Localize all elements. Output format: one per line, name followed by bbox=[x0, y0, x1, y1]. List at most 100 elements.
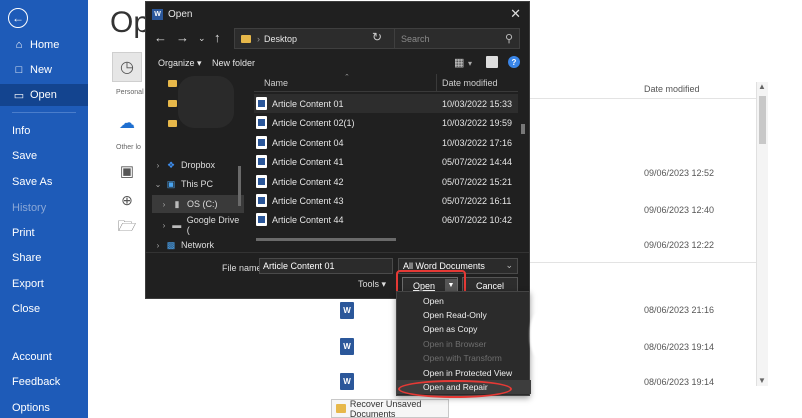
chevron-down-icon[interactable]: ⌄ bbox=[152, 180, 164, 189]
word-document-icon bbox=[256, 213, 267, 226]
nav-pane-scrollbar[interactable] bbox=[238, 166, 241, 206]
recent-locations-chevron-icon[interactable]: ⌄ bbox=[198, 33, 206, 44]
nav-pane-this-pc[interactable]: ⌄ ▣ This PC bbox=[152, 175, 244, 193]
folder-icon[interactable] bbox=[168, 120, 177, 127]
column-divider[interactable] bbox=[436, 74, 437, 92]
nav-save-label: Save bbox=[12, 150, 38, 162]
menu-item-open[interactable]: Open bbox=[397, 294, 531, 308]
scroll-up-icon[interactable]: ▲ bbox=[758, 82, 766, 91]
breadcrumb-separator-icon: › bbox=[257, 33, 260, 44]
this-pc-location[interactable]: ▣ bbox=[112, 156, 142, 186]
nav-open[interactable]: ▭ Open bbox=[0, 84, 88, 106]
new-folder-button[interactable]: New folder bbox=[212, 58, 255, 68]
scrollbar-thumb[interactable] bbox=[521, 124, 525, 134]
file-date: 05/07/2022 16:11 bbox=[442, 195, 512, 206]
nav-pane-dropbox[interactable]: › ❖ Dropbox bbox=[152, 156, 244, 174]
nav-share[interactable]: Share bbox=[0, 247, 88, 269]
file-row[interactable]: Article Content 44 06/07/2022 10:42 bbox=[254, 210, 518, 229]
browse-location[interactable]: 🗁 bbox=[112, 213, 142, 243]
up-icon[interactable]: ↑ bbox=[214, 30, 221, 45]
preview-pane-icon[interactable] bbox=[486, 56, 498, 68]
nav-pane-google-drive[interactable]: › ▬ Google Drive ( bbox=[152, 215, 244, 235]
nav-info[interactable]: Info bbox=[0, 120, 88, 142]
file-date: 06/07/2022 10:42 bbox=[442, 214, 513, 225]
column-name[interactable]: Name bbox=[264, 78, 288, 88]
menu-item-open-protected-view[interactable]: Open in Protected View bbox=[397, 366, 531, 380]
file-list-scrollbar[interactable] bbox=[520, 92, 526, 242]
scroll-down-icon[interactable]: ▼ bbox=[758, 376, 766, 385]
dialog-titlebar[interactable]: W Open bbox=[146, 2, 529, 26]
sort-ascending-icon: ⌃ bbox=[344, 74, 350, 81]
menu-item-open-as-copy[interactable]: Open as Copy bbox=[397, 322, 531, 336]
recover-unsaved-button[interactable]: Recover Unsaved Documents bbox=[331, 399, 449, 418]
help-icon[interactable]: ? bbox=[508, 56, 520, 68]
organize-button[interactable]: Organize ▾ bbox=[158, 58, 202, 69]
search-input[interactable]: Search ⚲ bbox=[394, 28, 520, 49]
menu-item-open-with-transform: Open with Transform bbox=[423, 353, 502, 363]
file-list-horizontal-scrollbar[interactable] bbox=[256, 238, 396, 241]
chevron-down-icon: ⌄ bbox=[505, 260, 513, 270]
nav-new-label: New bbox=[30, 64, 53, 76]
file-list: ⌃ Name Date modified Article Content 01 … bbox=[254, 74, 518, 246]
nav-export-label: Export bbox=[12, 278, 44, 290]
file-row[interactable]: Article Content 01 10/03/2022 15:33 bbox=[254, 94, 518, 113]
view-options-icon[interactable]: ▦ bbox=[454, 56, 466, 69]
nav-feedback[interactable]: Feedback bbox=[0, 371, 88, 393]
recent-date: 08/06/2023 21:16 bbox=[644, 305, 715, 315]
recent-date: 09/06/2023 12:22 bbox=[644, 240, 715, 250]
add-place-location[interactable]: ⊕ bbox=[112, 185, 142, 215]
nav-save-as[interactable]: Save As bbox=[0, 171, 88, 193]
globe-icon: ⊕ bbox=[121, 191, 133, 208]
nav-save-as-label: Save As bbox=[12, 176, 53, 188]
chevron-right-icon[interactable]: › bbox=[152, 241, 164, 250]
file-row[interactable]: Article Content 41 05/07/2022 14:44 bbox=[254, 152, 518, 171]
chevron-right-icon[interactable]: › bbox=[158, 221, 170, 230]
chevron-down-icon[interactable]: ▾ bbox=[468, 59, 480, 71]
nav-options[interactable]: Options bbox=[0, 397, 88, 418]
refresh-icon[interactable]: ↻ bbox=[372, 30, 382, 44]
cloud-icon: ☁ bbox=[119, 115, 135, 132]
nav-print-label: Print bbox=[12, 227, 35, 239]
nav-account[interactable]: Account bbox=[0, 346, 88, 368]
onedrive-location[interactable]: ☁ bbox=[112, 108, 142, 138]
chevron-right-icon[interactable]: › bbox=[158, 200, 170, 209]
computer-icon: ▣ bbox=[166, 178, 176, 189]
open-and-repair-highlight bbox=[398, 380, 512, 398]
nav-new[interactable]: □ New bbox=[0, 59, 88, 81]
column-date-modified[interactable]: Date modified bbox=[442, 78, 498, 88]
nav-home[interactable]: ⌂ Home bbox=[0, 34, 88, 56]
open-dialog: W Open ✕ ← → ⌄ ↑ › Desktop ⌄ ↻ Search ⚲ … bbox=[145, 1, 530, 299]
file-row[interactable]: Article Content 43 05/07/2022 16:11 bbox=[254, 191, 518, 210]
file-name-label: File name: bbox=[222, 263, 265, 273]
folder-icon[interactable] bbox=[168, 80, 177, 87]
file-row[interactable]: Article Content 04 10/03/2022 17:16 bbox=[254, 133, 518, 152]
nav-pane-this-pc-label: This PC bbox=[181, 179, 214, 189]
nav-options-label: Options bbox=[12, 402, 50, 414]
menu-item-open-read-only[interactable]: Open Read-Only bbox=[397, 308, 531, 322]
tools-button[interactable]: Tools ▾ bbox=[358, 279, 386, 290]
file-row[interactable]: Article Content 42 05/07/2022 15:21 bbox=[254, 172, 518, 191]
back-icon[interactable]: ← bbox=[154, 30, 167, 45]
nav-export[interactable]: Export bbox=[0, 273, 88, 295]
file-date: 05/07/2022 14:44 bbox=[442, 156, 513, 167]
backstage-sidebar: ← ⌂ Home □ New ▭ Open Info Save Save As … bbox=[0, 0, 88, 418]
recent-scrollbar[interactable]: ▲ ▼ bbox=[756, 82, 768, 386]
forward-icon[interactable]: → bbox=[176, 30, 189, 45]
folder-icon[interactable] bbox=[168, 100, 177, 107]
word-document-icon bbox=[256, 155, 267, 168]
scrollbar-thumb[interactable] bbox=[759, 96, 766, 144]
recent-location[interactable]: ◷ bbox=[112, 52, 142, 82]
home-icon: ⌂ bbox=[15, 39, 23, 51]
close-icon[interactable]: ✕ bbox=[510, 6, 521, 22]
file-name-input[interactable] bbox=[259, 258, 393, 274]
nav-close[interactable]: Close bbox=[0, 298, 88, 320]
back-arrow-icon[interactable]: ← bbox=[8, 8, 28, 28]
drive-icon: ▮ bbox=[174, 198, 180, 209]
file-row[interactable]: Article Content 02(1) 10/03/2022 19:59 bbox=[254, 113, 518, 132]
nav-print[interactable]: Print bbox=[0, 222, 88, 244]
section-personal-label: Personal bbox=[116, 89, 144, 96]
nav-pane-os-c[interactable]: › ▮ OS (C:) bbox=[152, 195, 244, 213]
nav-save[interactable]: Save bbox=[0, 145, 88, 167]
chevron-right-icon[interactable]: › bbox=[152, 161, 164, 170]
file-name: Article Content 42 bbox=[272, 176, 344, 187]
